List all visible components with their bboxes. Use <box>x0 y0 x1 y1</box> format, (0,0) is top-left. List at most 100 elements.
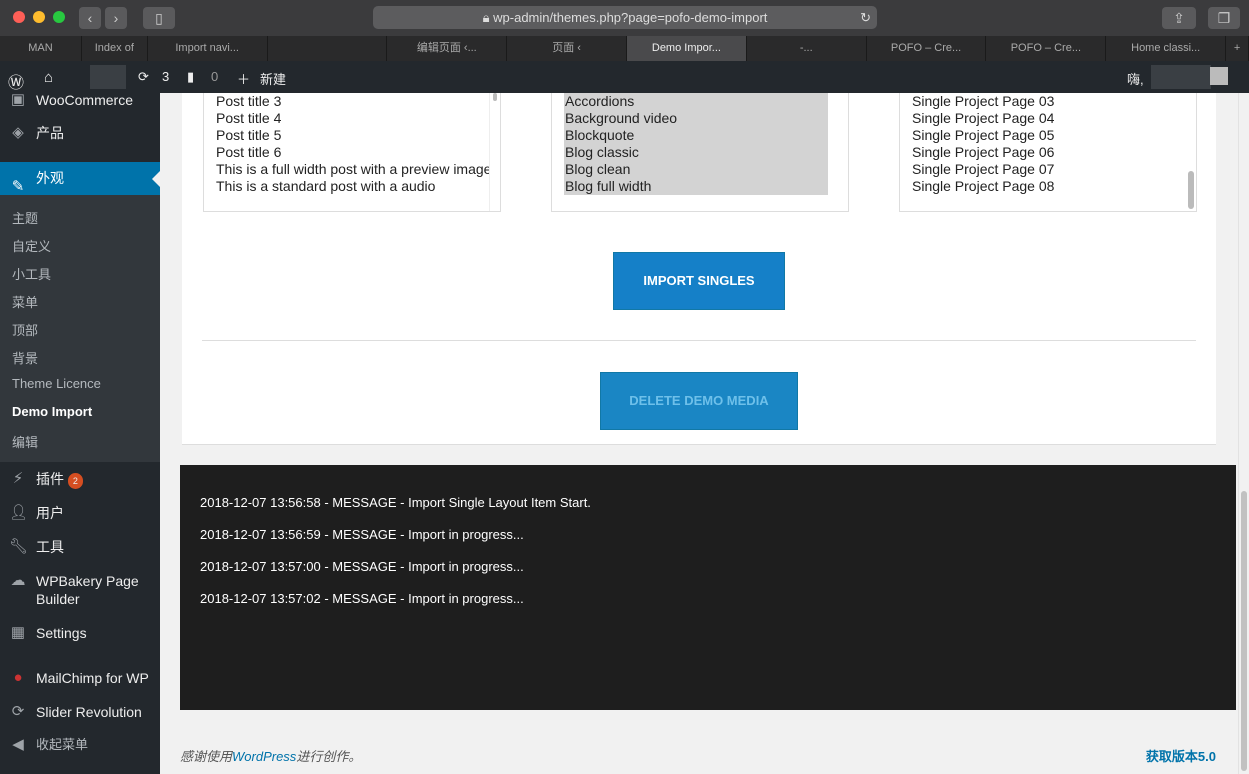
scrollbar-thumb[interactable] <box>1241 491 1247 771</box>
list-item[interactable]: Post title 4 <box>216 110 500 127</box>
list-item-selected[interactable]: Blog classic <box>565 144 828 161</box>
page-scrollbar[interactable] <box>1238 93 1249 774</box>
submenu-header[interactable]: 顶部 <box>12 320 38 339</box>
import-log: 2018-12-07 13:56:58 - MESSAGE - Import S… <box>180 465 1236 710</box>
list-item-selected[interactable]: Blockquote <box>565 127 828 144</box>
wordpress-logo-icon[interactable]: Ⓦ <box>8 69 24 93</box>
sidebar-item-tools[interactable]: 🔧︎ 工具 <box>0 538 160 556</box>
label: MailChimp for WP <box>36 670 149 686</box>
submenu-themes[interactable]: 主题 <box>12 208 38 227</box>
label: WooCommerce <box>36 92 133 108</box>
maximize-window-button[interactable] <box>53 11 65 23</box>
reload-icon[interactable]: ↻ <box>860 6 871 29</box>
label: 用户 <box>36 505 64 521</box>
share-icon[interactable]: ⇪ <box>1162 7 1196 29</box>
lock-icon: 🔒︎ <box>482 10 494 25</box>
refresh-icon: ⟳ <box>11 703 25 720</box>
current-arrow <box>144 171 160 187</box>
posts-listbox[interactable]: Post title 3 Post title 4 Post title 5 P… <box>203 93 501 212</box>
tab[interactable]: MAN <box>0 36 82 61</box>
url-bar[interactable]: 🔒︎ wp-admin/themes.php?page=pofo-demo-im… <box>373 6 877 29</box>
submenu-widgets[interactable]: 小工具 <box>12 264 51 283</box>
list-item[interactable]: This is a standard post with a audio <box>216 178 500 195</box>
cloud-icon: ☁︎ <box>10 572 26 589</box>
wordpress-link[interactable]: WordPress <box>232 749 296 764</box>
username-redacted[interactable] <box>1151 65 1211 89</box>
thanks-pre: 感谢使用 <box>180 749 233 764</box>
sidebar-item-mailchimp[interactable]: ● MailChimp for WP <box>0 669 160 687</box>
projects-listbox[interactable]: Single Project Page 03 Single Project Pa… <box>899 93 1197 212</box>
get-version-link[interactable]: 获取版本5.0 <box>1146 749 1216 764</box>
plus-icon[interactable]: ＋ <box>237 69 250 88</box>
collapse-menu-button[interactable]: ◀ 收起菜单 <box>0 736 160 754</box>
tab[interactable] <box>268 36 388 61</box>
tab[interactable]: Import navi... <box>148 36 268 61</box>
delete-demo-media-button[interactable]: DELETE DEMO MEDIA <box>600 372 798 430</box>
scrollbar-thumb[interactable] <box>1188 171 1194 209</box>
label: 插件 <box>36 471 64 487</box>
avatar[interactable] <box>1210 67 1228 85</box>
tab[interactable]: Index of <box>82 36 148 61</box>
list-item[interactable]: Post title 5 <box>216 127 500 144</box>
sidebar-item-slider-revolution[interactable]: ⟳ Slider Revolution <box>0 703 160 721</box>
elements-listbox[interactable]: Accordions Background video Blockquote B… <box>551 93 849 212</box>
tab[interactable]: POFO – Cre... <box>867 36 987 61</box>
list-item[interactable]: Single Project Page 03 <box>912 93 1196 110</box>
new-content-menu[interactable]: 新建 <box>260 69 286 88</box>
log-line: 2018-12-07 13:57:00 - MESSAGE - Import i… <box>200 559 524 574</box>
list-item-selected[interactable]: Blog full width <box>565 178 828 195</box>
tab[interactable]: POFO – Cre... <box>986 36 1107 61</box>
url-text: wp-admin/themes.php?page=pofo-demo-impor… <box>493 10 768 25</box>
browser-toolbar: ‹ › ▯ 🔒︎ wp-admin/themes.php?page=pofo-d… <box>0 0 1249 36</box>
list-item[interactable]: Post title 6 <box>216 144 500 161</box>
tab[interactable]: Home classi... <box>1106 36 1227 61</box>
sidebar-item-wpbakery[interactable]: ☁︎ WPBakery Page Builder <box>0 572 160 608</box>
list-item[interactable]: Single Project Page 06 <box>912 144 1196 161</box>
greeting[interactable]: 嗨, <box>1127 69 1144 88</box>
submenu-customize[interactable]: 自定义 <box>12 236 51 255</box>
site-name-redacted[interactable] <box>90 65 126 89</box>
forward-icon[interactable]: › <box>105 7 127 29</box>
submenu-demo-import[interactable]: Demo Import <box>12 404 92 419</box>
list-item[interactable]: Single Project Page 07 <box>912 161 1196 178</box>
sidebar-item-appearance[interactable]: ✎ 外观 <box>0 162 160 195</box>
sidebar-item-settings[interactable]: ▦ Settings <box>0 624 160 642</box>
comments-count[interactable]: 0 <box>211 69 218 84</box>
minimize-window-button[interactable] <box>33 11 45 23</box>
tab[interactable]: 编辑页面 ‹... <box>387 36 508 61</box>
list-item-selected[interactable]: Accordions <box>565 93 828 110</box>
home-icon[interactable]: ⌂ <box>44 69 53 86</box>
tab-active[interactable]: Demo Impor... <box>627 36 747 61</box>
submenu-menus[interactable]: 菜单 <box>12 292 38 311</box>
list-item[interactable]: Single Project Page 04 <box>912 110 1196 127</box>
list-item[interactable]: This is a full width post with a preview… <box>216 161 490 178</box>
sidebar-toggle-icon[interactable]: ▯ <box>143 7 175 29</box>
import-singles-button[interactable]: IMPORT SINGLES <box>613 252 785 310</box>
list-item-selected[interactable]: Blog clean <box>565 161 828 178</box>
plug-icon: ⚡︎ <box>12 470 24 487</box>
close-window-button[interactable] <box>13 11 25 23</box>
box-icon: ◈ <box>12 124 24 141</box>
list-item[interactable]: Single Project Page 08 <box>912 178 1196 195</box>
collapse-icon: ◀ <box>12 736 24 753</box>
updates-count[interactable]: 3 <box>162 69 169 84</box>
updates-icon[interactable]: ⟳ <box>138 69 149 85</box>
mailchimp-icon: ● <box>13 669 23 686</box>
sidebar-item-users[interactable]: 👤︎ 用户 <box>0 504 160 522</box>
back-icon[interactable]: ‹ <box>79 7 101 29</box>
sidebar-item-products[interactable]: ◈ 产品 <box>0 124 160 142</box>
list-item-selected[interactable]: Background video <box>565 110 828 127</box>
scrollbar[interactable] <box>489 93 500 211</box>
submenu-editor[interactable]: 编辑 <box>12 432 38 451</box>
comments-icon[interactable]: ▮ <box>187 69 194 85</box>
submenu-theme-licence[interactable]: Theme Licence <box>12 376 101 391</box>
tab[interactable]: 页面 ‹ <box>507 36 628 61</box>
sidebar-item-plugins[interactable]: ⚡︎ 插件 2 <box>0 470 160 489</box>
sidebar-item-woocommerce[interactable]: ▣ WooCommerce <box>0 91 160 109</box>
tab[interactable]: -... <box>747 36 867 61</box>
submenu-background[interactable]: 背景 <box>12 348 38 367</box>
list-item[interactable]: Single Project Page 05 <box>912 127 1196 144</box>
list-item[interactable]: Post title 3 <box>216 93 500 110</box>
new-tab-icon[interactable]: + <box>1226 36 1249 61</box>
tabs-overview-icon[interactable]: ❐ <box>1208 7 1240 29</box>
